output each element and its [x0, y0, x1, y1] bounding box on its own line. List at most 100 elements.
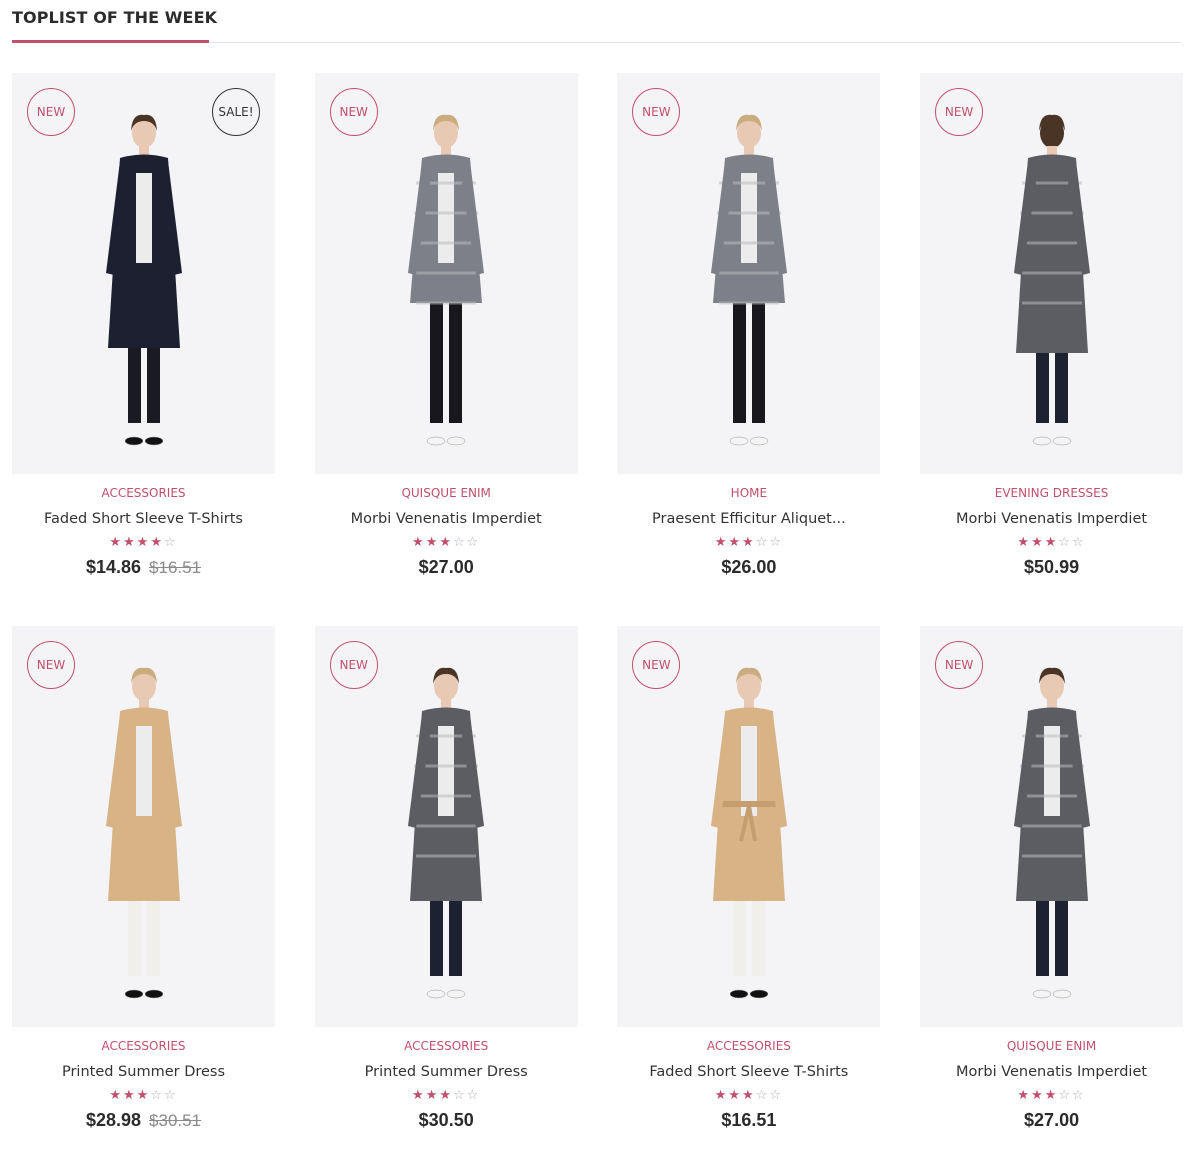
- star-filled-icon: ★: [1044, 534, 1059, 549]
- product-card: NEW ACCESSORIES Faded Short Sleeve T-Shi…: [617, 626, 881, 1161]
- product-image-link[interactable]: NEW: [617, 73, 881, 474]
- product-image-link[interactable]: NEW: [617, 626, 881, 1027]
- model-illustration: [710, 667, 787, 999]
- star-empty-icon: ☆: [1058, 534, 1073, 549]
- product-name-link[interactable]: Faded Short Sleeve T-Shirts: [12, 509, 275, 529]
- product-price: $16.51: [721, 1110, 777, 1130]
- star-filled-icon: ★: [1031, 1087, 1045, 1102]
- old-price: $16.51: [149, 558, 202, 577]
- product-image-link[interactable]: NEW: [314, 73, 578, 474]
- product-name-link[interactable]: Printed Summer Dress: [12, 1062, 275, 1082]
- product-name-link[interactable]: Morbi Venenatis Imperdiet: [920, 1062, 1183, 1082]
- star-rating: ★★★☆☆: [920, 535, 1183, 549]
- product-card: NEW QUISQUE ENIM Morbi Venenatis Imperdi…: [314, 73, 578, 608]
- star-filled-icon: ★: [412, 534, 426, 549]
- product-name-link[interactable]: Morbi Venenatis Imperdiet: [315, 509, 578, 529]
- star-filled-icon: ★: [150, 534, 164, 549]
- star-filled-icon: ★: [728, 1087, 743, 1102]
- model-illustration: [408, 667, 485, 999]
- star-filled-icon: ★: [136, 534, 151, 549]
- star-filled-icon: ★: [742, 534, 756, 549]
- new-badge: NEW: [935, 88, 984, 136]
- product-category-link[interactable]: ACCESSORIES: [617, 1038, 880, 1054]
- product-price: $26.00: [721, 557, 777, 577]
- new-badge: NEW: [632, 88, 681, 136]
- star-empty-icon: ☆: [755, 1087, 770, 1102]
- model-illustration: [408, 114, 485, 446]
- product-image: [386, 656, 506, 1016]
- star-empty-icon: ☆: [769, 534, 784, 549]
- product-image: [992, 103, 1112, 463]
- new-badge: NEW: [329, 641, 378, 689]
- star-empty-icon: ☆: [1072, 1087, 1086, 1102]
- star-empty-icon: ☆: [150, 1087, 164, 1102]
- product-image-link[interactable]: NEW SALE!: [12, 73, 275, 474]
- product-name-link[interactable]: Faded Short Sleeve T-Shirts: [617, 1062, 880, 1082]
- model-illustration: [1013, 114, 1090, 446]
- star-rating: ★★★☆☆: [315, 535, 578, 549]
- product-image: [689, 103, 809, 463]
- product-card: NEW QUISQUE ENIM Morbi Venenatis Imperdi…: [920, 626, 1184, 1161]
- product-category-link[interactable]: QUISQUE ENIM: [315, 485, 578, 501]
- star-rating: ★★★☆☆: [617, 1088, 880, 1102]
- star-rating: ★★★☆☆: [12, 1088, 275, 1102]
- product-category-link[interactable]: EVENING DRESSES: [920, 485, 1183, 501]
- product-name-link[interactable]: Printed Summer Dress: [315, 1062, 578, 1082]
- product-card: NEW EVENING DRESSES Morbi Venenatis Impe…: [920, 73, 1184, 608]
- product-category-link[interactable]: QUISQUE ENIM: [920, 1038, 1183, 1054]
- sale-badge: SALE!: [212, 88, 260, 136]
- new-badge: NEW: [27, 641, 75, 689]
- model-illustration: [105, 667, 182, 999]
- star-empty-icon: ☆: [1072, 534, 1086, 549]
- star-filled-icon: ★: [714, 534, 729, 549]
- star-empty-icon: ☆: [755, 534, 770, 549]
- new-badge: NEW: [27, 88, 75, 136]
- product-image-link[interactable]: NEW: [920, 626, 1184, 1027]
- product-category-link[interactable]: ACCESSORIES: [12, 485, 275, 501]
- star-filled-icon: ★: [439, 1087, 454, 1102]
- product-price: $27.00: [418, 557, 474, 577]
- product-image: [992, 656, 1112, 1016]
- star-filled-icon: ★: [1017, 1087, 1032, 1102]
- new-badge: NEW: [329, 88, 378, 136]
- star-filled-icon: ★: [123, 534, 137, 549]
- product-category-link[interactable]: ACCESSORIES: [12, 1038, 275, 1054]
- model-illustration: [105, 114, 182, 446]
- product-grid: NEW SALE! ACCESSORIES Faded Short Sleeve…: [12, 73, 1184, 1161]
- star-filled-icon: ★: [1017, 534, 1032, 549]
- star-filled-icon: ★: [742, 1087, 756, 1102]
- star-empty-icon: ☆: [1058, 1087, 1073, 1102]
- old-price: $30.51: [149, 1111, 202, 1130]
- star-empty-icon: ☆: [163, 534, 178, 549]
- star-empty-icon: ☆: [163, 1087, 178, 1102]
- new-badge: NEW: [935, 641, 984, 689]
- product-price: $27.00: [1024, 1110, 1080, 1130]
- star-filled-icon: ★: [136, 1087, 151, 1102]
- star-filled-icon: ★: [1044, 1087, 1059, 1102]
- star-filled-icon: ★: [425, 534, 440, 549]
- section-title-underline: [12, 40, 209, 43]
- new-badge: NEW: [632, 641, 681, 689]
- model-illustration: [1013, 667, 1090, 999]
- product-image-link[interactable]: NEW: [12, 626, 275, 1027]
- star-filled-icon: ★: [714, 1087, 729, 1102]
- product-category-link[interactable]: HOME: [617, 485, 880, 501]
- model-illustration: [710, 114, 787, 446]
- product-image: [386, 103, 506, 463]
- star-filled-icon: ★: [123, 1087, 137, 1102]
- star-empty-icon: ☆: [453, 534, 467, 549]
- star-filled-icon: ★: [109, 534, 124, 549]
- star-empty-icon: ☆: [453, 1087, 467, 1102]
- product-name-link[interactable]: Praesent Efficitur Aliquet...: [617, 509, 880, 529]
- product-name-link[interactable]: Morbi Venenatis Imperdiet: [920, 509, 1183, 529]
- product-card: NEW HOME Praesent Efficitur Aliquet... ★…: [617, 73, 881, 608]
- product-price: $50.99: [1024, 557, 1080, 577]
- product-category-link[interactable]: ACCESSORIES: [315, 1038, 578, 1054]
- star-empty-icon: ☆: [769, 1087, 784, 1102]
- product-image-link[interactable]: NEW: [314, 626, 578, 1027]
- product-price: $30.50: [418, 1110, 474, 1130]
- product-card: NEW ACCESSORIES Printed Summer Dress ★★★…: [12, 626, 275, 1161]
- star-empty-icon: ☆: [466, 534, 481, 549]
- product-image-link[interactable]: NEW: [920, 73, 1184, 474]
- star-rating: ★★★☆☆: [617, 535, 880, 549]
